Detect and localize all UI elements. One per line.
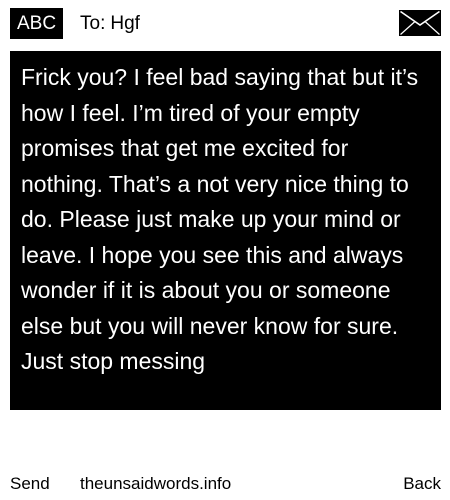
message-body: Frick you? I feel bad saying that but it…	[21, 64, 419, 374]
recipient-line: To: Hgf	[80, 8, 140, 39]
back-button[interactable]: Back	[403, 470, 441, 498]
recipient-name: Hgf	[110, 13, 140, 34]
send-button[interactable]: Send	[10, 470, 50, 498]
header-bar: ABC To: Hgf	[0, 0, 450, 44]
envelope-icon[interactable]	[399, 10, 441, 36]
site-label: theunsaidwords.info	[80, 474, 232, 493]
footer-bar: Send theunsaidwords.info Back	[0, 470, 450, 498]
message-box[interactable]: Frick you? I feel bad saying that but it…	[10, 51, 441, 410]
envelope-icon-svg	[399, 10, 441, 36]
to-label: To:	[80, 13, 106, 34]
abc-badge[interactable]: ABC	[10, 8, 64, 39]
